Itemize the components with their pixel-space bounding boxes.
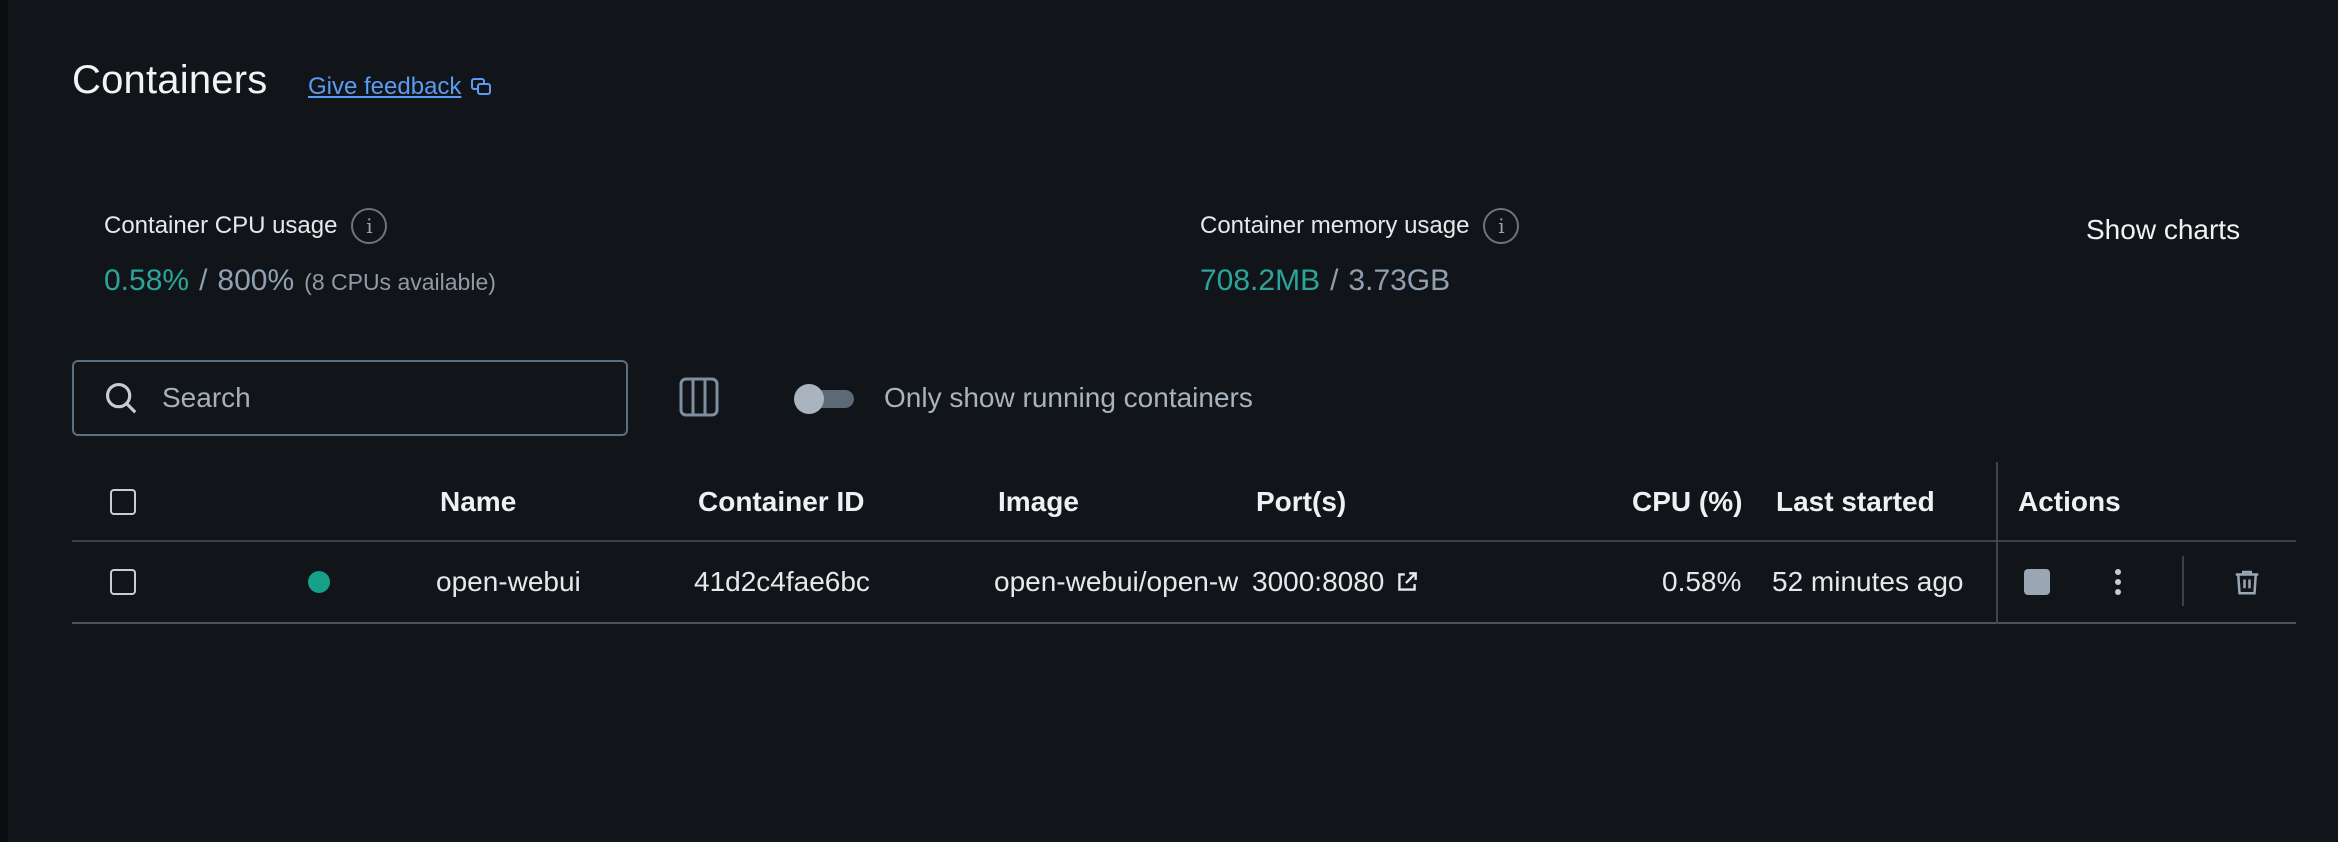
show-charts-button[interactable]: Show charts bbox=[2086, 214, 2240, 246]
cpu-usage-separator: / bbox=[199, 264, 208, 297]
search-input[interactable] bbox=[162, 382, 582, 414]
memory-usage-stat: Container memory usage i 708.2MB / 3.73G… bbox=[1200, 208, 1520, 298]
column-last-started[interactable]: Last started bbox=[1776, 464, 1935, 540]
container-image[interactable]: open-webui/open-webui bbox=[994, 566, 1238, 598]
running-only-toggle[interactable] bbox=[794, 384, 856, 414]
container-ports[interactable]: 3000:8080 bbox=[1252, 542, 1420, 622]
cpu-usage-stat: Container CPU usage i 0.58% / 800% (8 CP… bbox=[104, 208, 496, 298]
column-container-id[interactable]: Container ID bbox=[698, 464, 864, 540]
more-vertical-icon[interactable] bbox=[2114, 568, 2122, 596]
column-actions: Actions bbox=[2018, 486, 2121, 517]
memory-usage-separator: / bbox=[1330, 264, 1339, 297]
containers-table: Name Container ID Image Port(s) CPU (%) … bbox=[72, 462, 2296, 624]
stop-icon[interactable] bbox=[2024, 569, 2050, 595]
info-icon[interactable]: i bbox=[351, 208, 388, 244]
give-feedback-link[interactable]: Give feedback bbox=[308, 73, 493, 101]
container-cpu: 0.58% bbox=[1662, 566, 1742, 597]
external-link-icon bbox=[1398, 572, 1418, 591]
container-last-started: 52 minutes ago bbox=[1772, 566, 1964, 597]
give-feedback-label: Give feedback bbox=[308, 73, 462, 100]
toggle-knob bbox=[794, 384, 824, 414]
column-ports[interactable]: Port(s) bbox=[1256, 464, 1346, 540]
select-all-checkbox[interactable] bbox=[110, 489, 136, 515]
info-icon[interactable]: i bbox=[1483, 208, 1520, 244]
column-image[interactable]: Image bbox=[998, 464, 1079, 540]
containers-page: Containers Give feedback Container CPU u… bbox=[0, 0, 2338, 842]
actions-divider bbox=[1996, 462, 1998, 624]
trash-icon[interactable] bbox=[2232, 567, 2262, 597]
status-running-dot bbox=[308, 571, 330, 593]
feedback-icon bbox=[471, 78, 492, 95]
table-row[interactable]: open-webui 41d2c4fae6bc open-webui/open-… bbox=[72, 462, 2296, 624]
cpu-available-note: (8 CPUs available) bbox=[304, 269, 496, 295]
memory-usage-label: Container memory usage bbox=[1200, 212, 1470, 239]
container-id: 41d2c4fae6bc bbox=[694, 566, 870, 597]
cpu-usage-value: 0.58% bbox=[104, 264, 190, 297]
actions-separator bbox=[2182, 556, 2184, 606]
running-only-label: Only show running containers bbox=[884, 382, 1253, 413]
memory-usage-value: 708.2MB bbox=[1200, 264, 1321, 297]
table-header: Name Container ID Image Port(s) CPU (%) … bbox=[72, 464, 2296, 542]
search-icon bbox=[105, 382, 137, 414]
memory-usage-total: 3.73GB bbox=[1348, 264, 1451, 297]
ports-value: 3000:8080 bbox=[1252, 566, 1385, 597]
column-name[interactable]: Name bbox=[440, 464, 516, 540]
row-checkbox[interactable] bbox=[110, 569, 136, 595]
cpu-usage-label: Container CPU usage bbox=[104, 212, 338, 239]
container-name[interactable]: open-webui bbox=[436, 542, 581, 622]
page-title: Containers bbox=[72, 58, 268, 102]
columns-icon[interactable] bbox=[678, 376, 720, 418]
cpu-usage-total: 800% bbox=[217, 264, 295, 297]
search-field[interactable] bbox=[72, 360, 628, 436]
column-cpu[interactable]: CPU (%) bbox=[1632, 464, 1742, 540]
